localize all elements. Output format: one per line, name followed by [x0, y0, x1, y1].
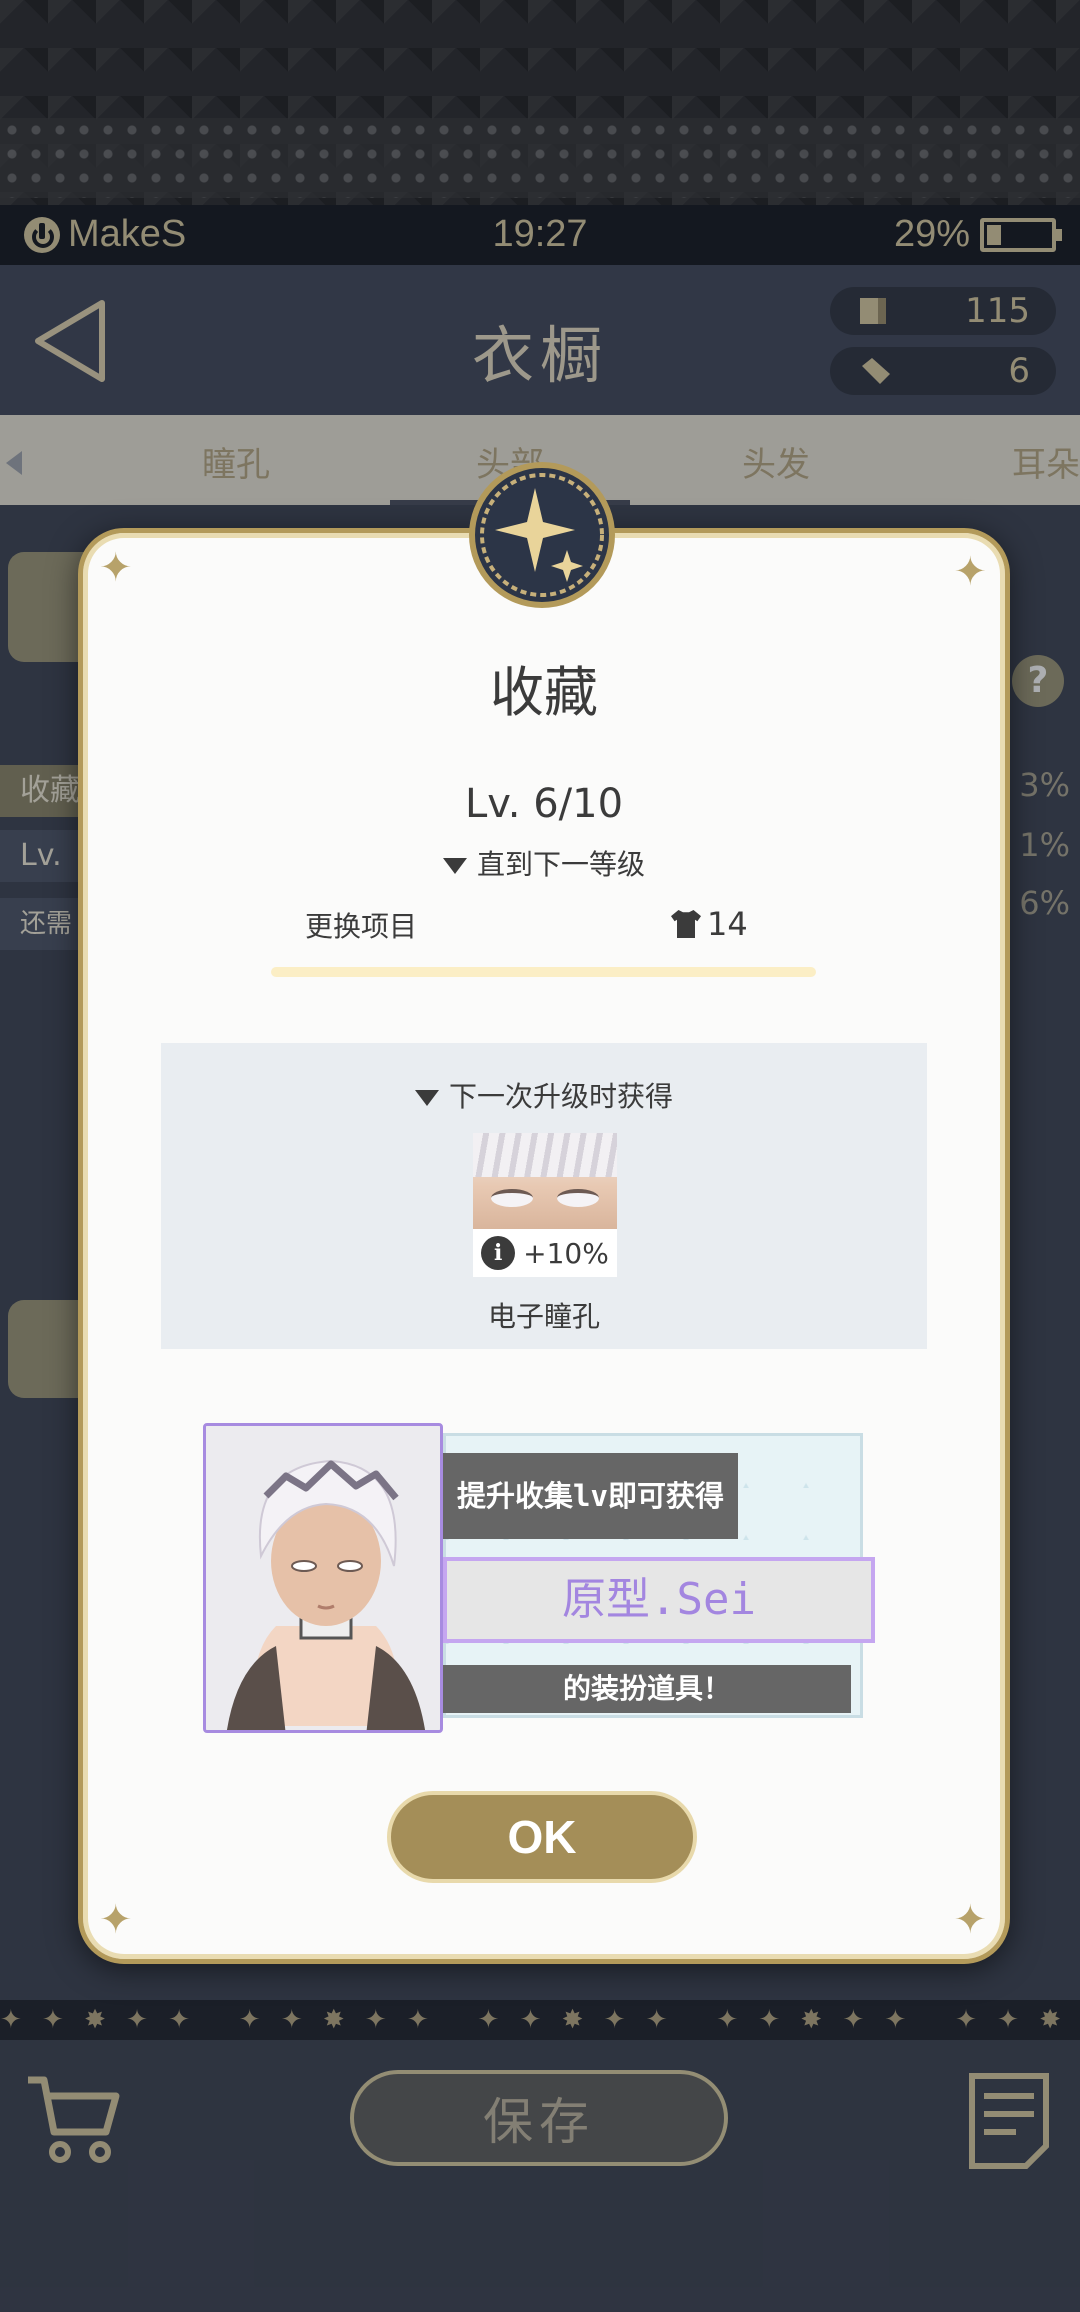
reward-item-name: 电子瞳孔 — [487, 1300, 600, 1333]
promo-character-name: 原型.Sei — [443, 1557, 875, 1643]
pupil-preview-image — [473, 1133, 617, 1229]
corner-sparkle-icon: ✦ — [99, 1897, 133, 1943]
dialog-title: 收藏 — [490, 661, 598, 724]
reward-item-thumbnail[interactable]: i +10% — [473, 1133, 617, 1277]
corner-sparkle-icon: ✦ — [953, 549, 987, 595]
star-medal-icon — [469, 462, 615, 608]
ok-button[interactable]: OK — [387, 1791, 697, 1883]
info-icon[interactable]: i — [481, 1236, 516, 1270]
shirt-icon — [671, 910, 701, 938]
next-level-label: 直到下一等级 — [83, 843, 1005, 883]
corner-sparkle-icon: ✦ — [99, 545, 133, 591]
corner-sparkle-icon: ✦ — [953, 1897, 987, 1943]
reward-title: 下一次升级时获得 — [161, 1075, 927, 1115]
character-illustration — [206, 1426, 440, 1730]
character-portrait — [203, 1423, 443, 1733]
swap-items-label: 更换项目 — [305, 910, 418, 943]
triangle-down-icon — [414, 1090, 439, 1106]
promo-text-line1: 提升收集lv即可获得 — [443, 1453, 738, 1539]
reward-bonus: i +10% — [473, 1231, 617, 1275]
collection-level: Lv. 6/10 — [464, 781, 624, 827]
triangle-down-icon — [442, 858, 467, 874]
level-progress-bar — [271, 967, 816, 977]
promo-text-line3: 的装扮道具！ — [443, 1665, 851, 1713]
character-reward-promo: 提升收集lv即可获得 原型.Sei 的装扮道具！ — [203, 1423, 883, 1733]
next-reward-panel: 下一次升级时获得 i +10% 电子瞳孔 — [161, 1043, 927, 1349]
collection-dialog: ✦ ✦ ✦ ✦ 收藏 Lv. 6/10 直到下一等级 更换项目 14 下一次升级… — [78, 528, 1010, 1964]
swap-items-count: 14 — [671, 905, 748, 943]
